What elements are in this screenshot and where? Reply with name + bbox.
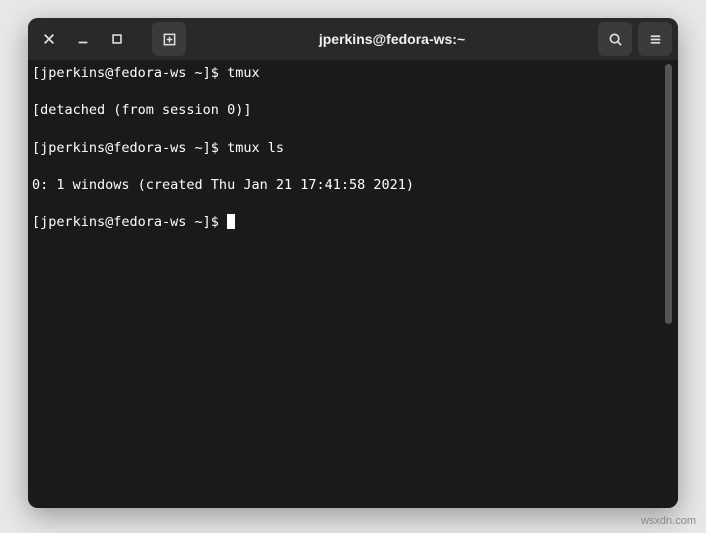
new-tab-button[interactable] [152,22,186,56]
close-button[interactable] [34,24,64,54]
maximize-icon [110,32,124,46]
maximize-button[interactable] [102,24,132,54]
titlebar: jperkins@fedora-ws:~ [28,18,678,60]
command-text: tmux [227,65,260,81]
command-text: tmux ls [227,140,284,156]
scroll-thumb[interactable] [665,64,672,324]
cursor-block [227,214,235,229]
prompt: [jperkins@fedora-ws ~]$ [32,214,227,230]
terminal-line: [jperkins@fedora-ws ~]$ tmux ls [32,139,665,158]
hamburger-icon [648,32,663,47]
window-title: jperkins@fedora-ws:~ [190,31,594,47]
search-icon [608,32,623,47]
output-text: [detached (from session 0)] [32,102,251,118]
output-text: 0: 1 windows (created Thu Jan 21 17:41:5… [32,177,414,193]
titlebar-left-controls [34,22,186,56]
search-button[interactable] [598,22,632,56]
terminal-line: [jperkins@fedora-ws ~]$ tmux [32,64,665,83]
menu-button[interactable] [638,22,672,56]
prompt: [jperkins@fedora-ws ~]$ [32,65,227,81]
new-tab-icon [162,32,177,47]
terminal-line: [detached (from session 0)] [32,101,665,120]
close-icon [42,32,56,46]
terminal-line: [jperkins@fedora-ws ~]$ [32,213,665,232]
minimize-icon [76,32,90,46]
titlebar-right-controls [598,22,672,56]
terminal-output: [jperkins@fedora-ws ~]$ tmux [detached (… [32,64,665,504]
terminal-window: jperkins@fedora-ws:~ [jperkins@fedora-ws… [28,18,678,508]
terminal-line: 0: 1 windows (created Thu Jan 21 17:41:5… [32,176,665,195]
watermark-text: wsxdn.com [641,515,696,527]
minimize-button[interactable] [68,24,98,54]
terminal-scrollbar[interactable] [665,64,672,504]
terminal-area[interactable]: [jperkins@fedora-ws ~]$ tmux [detached (… [28,60,678,508]
prompt: [jperkins@fedora-ws ~]$ [32,140,227,156]
